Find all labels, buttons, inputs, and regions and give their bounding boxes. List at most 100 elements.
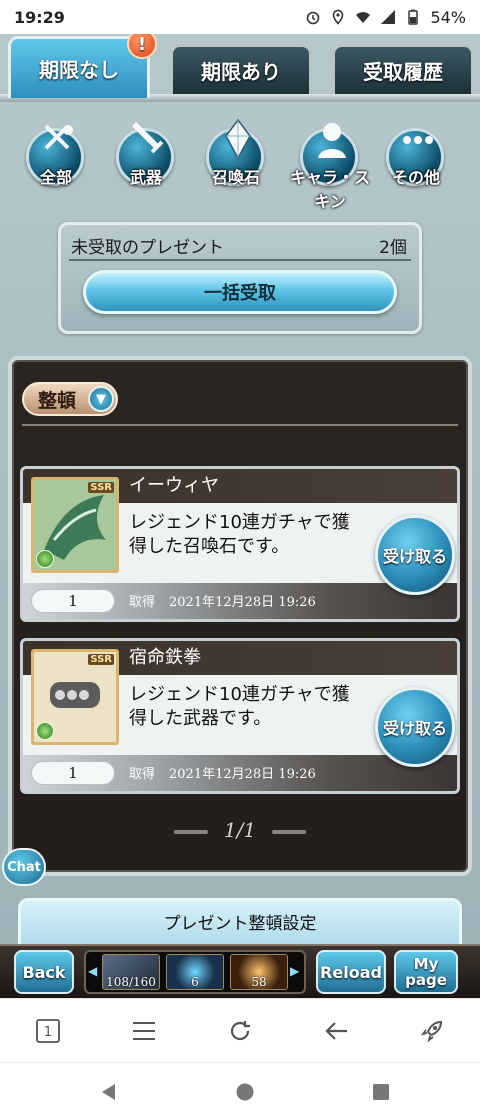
unclaimed-presents-box: 未受取のプレゼント 2個 一括受取 (58, 222, 422, 334)
chevron-right-icon[interactable]: ▶ (290, 964, 302, 980)
obtained-info: 取得 2021年12月28日 19:26 (129, 763, 316, 782)
game-nav-bar: Back ◀ 108/160 6 58 ▶ Reload My page (0, 944, 480, 998)
tab-receipt-history[interactable]: 受取履歴 (332, 44, 474, 94)
pagination: 1/1 (12, 818, 468, 842)
wifi-icon (356, 12, 371, 23)
obtained-label: 取得 (129, 767, 156, 782)
present-list-panel: 整頓 ▼ イーウィヤ SSR レジェンド10連ガチャで獲得した召喚石です。 1 … (8, 356, 472, 876)
category-label: キャラ・スキン (289, 168, 370, 211)
back-arrow-icon (325, 1022, 347, 1040)
sort-label: 整頓 (38, 389, 77, 412)
present-item: イーウィヤ SSR レジェンド10連ガチャで獲得した召喚石です。 1 取得 202… (20, 466, 460, 622)
refresh-icon (230, 1021, 250, 1041)
bp-status[interactable]: 6 (166, 954, 224, 990)
present-item: 宿命鉄拳 SSR レジェンド10連ガチャで獲得した武器です。 1 取得 2021年… (20, 638, 460, 794)
category-label: その他 (391, 168, 440, 187)
category-character-button[interactable]: キャラ・スキン (290, 118, 370, 211)
category-weapon-button[interactable]: 武器 (110, 118, 182, 190)
location-icon (333, 9, 344, 25)
receive-button[interactable]: 受け取る (375, 687, 455, 767)
present-description: レジェンド10連ガチャで獲得した武器です。 (129, 684, 350, 729)
signal-icon (381, 10, 396, 24)
battery-icon (408, 9, 419, 25)
category-filter: 全部 武器 召喚石 キャラ・スキン その他 (0, 118, 480, 211)
item-value: 58 (251, 975, 267, 989)
item-status[interactable]: 58 (230, 954, 288, 990)
category-label: 武器 (129, 168, 162, 187)
tab-with-deadline[interactable]: 期限あり (170, 44, 312, 94)
category-all-button[interactable]: 全部 (20, 118, 92, 190)
present-description: レジェンド10連ガチャで獲得した召喚石です。 (129, 512, 350, 557)
weapon-thumbnail: SSR (31, 649, 119, 745)
prev-page-arrow-icon[interactable] (173, 829, 208, 834)
menu-icon (133, 1022, 155, 1040)
back-nav-button[interactable] (316, 1013, 356, 1049)
ap-value: 108/160 (106, 975, 156, 989)
rocket-button[interactable] (412, 1013, 452, 1049)
obtained-date: 2021年12月28日 19:26 (169, 767, 316, 782)
browser-toolbar: 1 (0, 998, 480, 1062)
tab-no-deadline[interactable]: 期限なし ! (8, 34, 157, 98)
obtained-info: 取得 2021年12月28日 19:26 (129, 591, 316, 610)
claim-all-button[interactable]: 一括受取 (83, 270, 397, 314)
refresh-button[interactable] (220, 1013, 260, 1049)
more-icon (398, 118, 438, 162)
chevron-down-icon: ▼ (88, 386, 114, 412)
sort-button[interactable]: 整頓 ▼ (22, 382, 118, 416)
circle-home-icon (236, 1083, 254, 1101)
rocket-icon (420, 1020, 443, 1043)
category-other-button[interactable]: その他 (380, 118, 452, 190)
mypage-button[interactable]: My page (394, 950, 458, 994)
category-label: 全部 (39, 168, 72, 187)
android-nav-bar (0, 1062, 480, 1120)
present-quantity: 1 (31, 589, 115, 613)
obtained-date: 2021年12月28日 19:26 (169, 595, 316, 610)
tab-label: 期限あり (201, 60, 281, 84)
rarity-badge: SSR (88, 654, 114, 665)
menu-button[interactable] (124, 1013, 164, 1049)
tab-label: 受取履歴 (363, 60, 443, 84)
status-time: 19:29 (14, 7, 65, 27)
chat-button[interactable]: Chat (2, 848, 46, 886)
android-recents-button[interactable] (368, 1079, 394, 1105)
unclaimed-row: 未受取のプレゼント 2個 (71, 233, 407, 258)
summon-thumbnail: SSR (31, 477, 119, 573)
category-label: 召喚石 (211, 168, 260, 187)
quick-status-strip[interactable]: ◀ 108/160 6 58 ▶ (84, 950, 306, 994)
status-icons: 54% (305, 8, 466, 27)
category-summon-button[interactable]: 召喚石 (200, 118, 272, 190)
present-info-bar: 1 取得 2021年12月28日 19:26 (23, 755, 457, 791)
bp-value: 6 (191, 975, 199, 989)
tabs-icon: 1 (36, 1019, 60, 1043)
receive-button[interactable]: 受け取る (375, 515, 455, 595)
present-tabs: 期限なし ! 期限あり 受取履歴 (0, 34, 480, 102)
sword-icon (128, 118, 168, 162)
next-page-arrow-icon[interactable] (272, 829, 307, 834)
present-quantity: 1 (31, 761, 115, 785)
tab-count: 1 (44, 1025, 52, 1040)
wind-element-icon (36, 722, 54, 740)
battery-percent: 54% (430, 7, 466, 27)
notification-badge: ! (127, 34, 157, 59)
status-bar: 19:29 54% (0, 0, 480, 34)
tab-label: 期限なし (39, 58, 119, 82)
all-items-icon (38, 118, 78, 162)
android-back-button[interactable] (96, 1079, 122, 1105)
tabs-button[interactable]: 1 (28, 1013, 68, 1049)
ap-status[interactable]: 108/160 (102, 954, 160, 990)
divider (22, 424, 458, 426)
rarity-badge: SSR (88, 482, 114, 493)
crystal-icon (218, 118, 258, 162)
obtained-label: 取得 (129, 595, 156, 610)
character-icon (312, 118, 352, 162)
back-button[interactable]: Back (14, 950, 74, 994)
wind-element-icon (36, 550, 54, 568)
present-info-bar: 1 取得 2021年12月28日 19:26 (23, 583, 457, 619)
page-indicator: 1/1 (223, 818, 257, 842)
square-recents-icon (373, 1084, 389, 1100)
android-home-button[interactable] (232, 1079, 258, 1105)
unclaimed-count: 2個 (379, 238, 407, 258)
divider (69, 259, 411, 261)
reload-button[interactable]: Reload (316, 950, 386, 994)
chevron-left-icon[interactable]: ◀ (88, 964, 100, 980)
